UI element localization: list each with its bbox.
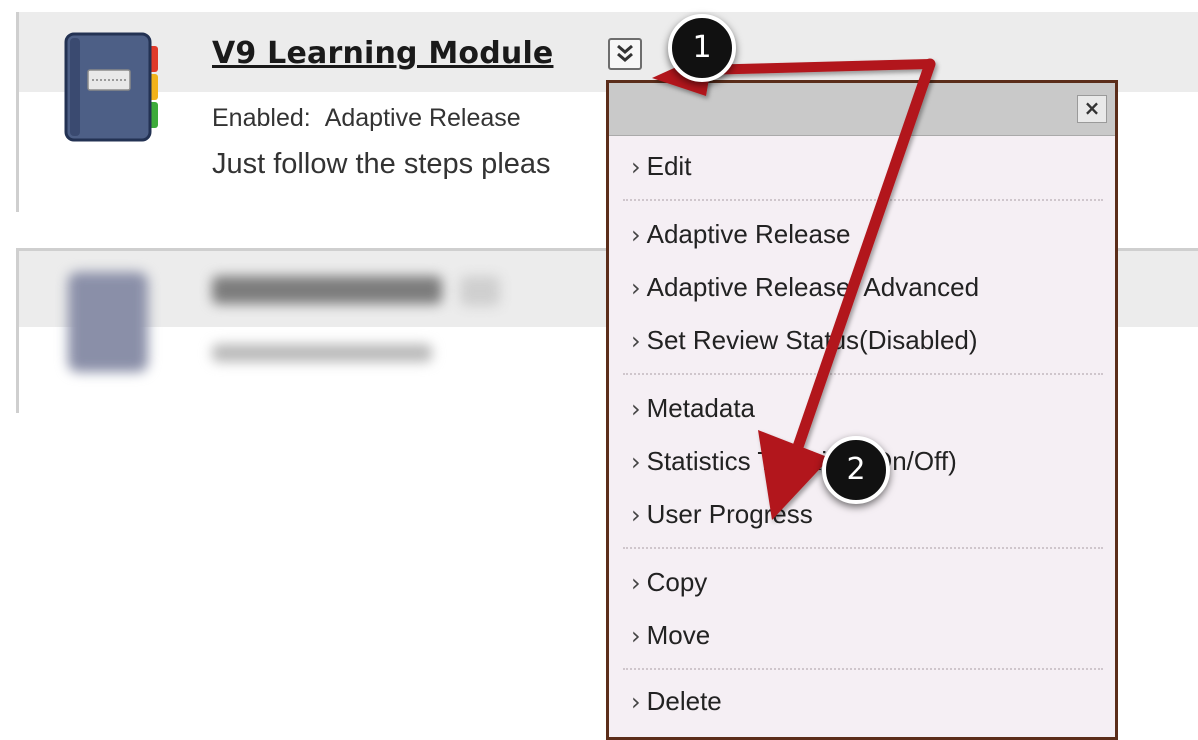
- menu-separator: [623, 199, 1103, 201]
- item-context-menu: × › Edit › Adaptive Release › Adaptive Rele…: [606, 80, 1118, 740]
- chevron-right-icon: ›: [631, 153, 641, 181]
- blurred-item-meta: [212, 344, 432, 362]
- row-left-border: [16, 12, 19, 212]
- notebook-icon: [64, 32, 158, 142]
- enabled-value: Adaptive Release: [324, 104, 521, 132]
- chevron-double-down-icon: [617, 44, 633, 62]
- menu-item-user-progress[interactable]: › User Progress: [631, 499, 813, 530]
- menu-item-adaptive-release-advanced[interactable]: › Adaptive Release: Advanced: [631, 272, 979, 303]
- menu-item-edit[interactable]: › Edit: [631, 151, 691, 182]
- enabled-label: Enabled:: [212, 104, 311, 132]
- step-callout-1: 1: [668, 14, 736, 82]
- close-menu-button[interactable]: ×: [1077, 95, 1107, 123]
- chevron-right-icon: ›: [631, 274, 641, 302]
- item-status-line: Enabled: Adaptive Release: [212, 104, 521, 133]
- close-icon: ×: [1083, 96, 1101, 120]
- menu-item-statistics-tracking[interactable]: › Statistics Tracking (On/Off): [631, 446, 957, 477]
- blurred-item-title: [212, 276, 442, 304]
- menu-item-delete[interactable]: › Delete: [631, 686, 722, 717]
- step-callout-2: 2: [822, 436, 890, 504]
- menu-separator: [623, 668, 1103, 670]
- chevron-right-icon: ›: [631, 327, 641, 355]
- menu-item-set-review-status[interactable]: › Set Review Status(Disabled): [631, 325, 978, 356]
- item-title-link[interactable]: V9 Learning Module: [212, 36, 553, 71]
- chevron-right-icon: ›: [631, 688, 641, 716]
- chevron-right-icon: ›: [631, 569, 641, 597]
- menu-item-move[interactable]: › Move: [631, 620, 710, 651]
- chevron-right-icon: ›: [631, 395, 641, 423]
- blurred-item-icon: [68, 272, 148, 372]
- item-description: Just follow the steps pleas: [212, 148, 551, 180]
- menu-item-copy[interactable]: › Copy: [631, 567, 707, 598]
- chevron-right-icon: ›: [631, 501, 641, 529]
- menu-separator: [623, 373, 1103, 375]
- menu-item-adaptive-release[interactable]: › Adaptive Release: [631, 219, 850, 250]
- chevron-right-icon: ›: [631, 622, 641, 650]
- chevron-right-icon: ›: [631, 448, 641, 476]
- menu-item-metadata[interactable]: › Metadata: [631, 393, 755, 424]
- item-menu-toggle-button[interactable]: [608, 38, 642, 70]
- menu-separator: [623, 547, 1103, 549]
- blurred-item-menu-button: [460, 276, 500, 306]
- chevron-right-icon: ›: [631, 221, 641, 249]
- menu-header: ×: [609, 83, 1115, 136]
- row-left-border: [16, 248, 19, 413]
